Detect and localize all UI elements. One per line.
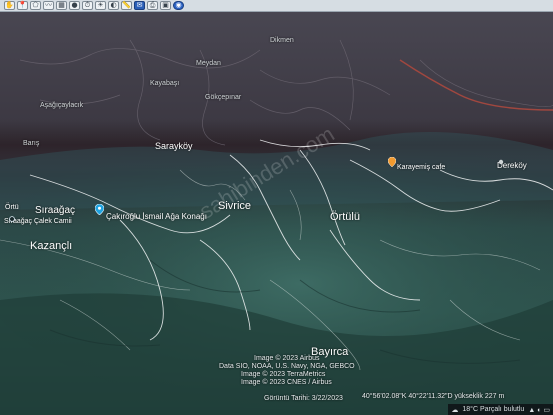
- coordinate-readout: 40°56'02.08"K 40°22'11.32"D yükseklik 22…: [362, 393, 505, 400]
- map-view[interactable]: ✋ 📍 ⬠ 〰 ▦ ● ⏱ ☀ ◐ 📏 ✉ ⎙ ▣ ◉ sahibinden.com Dikmen Mey…: [0, 0, 553, 415]
- place-label-asagi[interactable]: Aşağıçaylacık: [40, 102, 83, 109]
- taskbar-status: ☁ 18°C Parçalı bulutlu ▲ ◐ ▭: [448, 404, 553, 415]
- record-tour-icon[interactable]: ●: [69, 1, 80, 10]
- attribution-line-4: Image © 2023 CNES / Airbus: [241, 379, 332, 386]
- imagery-date: Görüntü Tarihi: 3/22/2023: [264, 395, 343, 402]
- place-label-gokcepinar[interactable]: Gökçepınar: [205, 94, 241, 101]
- village-dot-icon[interactable]: [498, 152, 504, 170]
- view-in-maps-icon[interactable]: ◉: [173, 1, 184, 10]
- placemark-pin-cakiroglu-icon[interactable]: [94, 202, 105, 220]
- planet-icon[interactable]: ◐: [108, 1, 119, 10]
- place-label-baris[interactable]: Barış: [23, 140, 39, 147]
- place-label-kazancli[interactable]: Kazançlı: [30, 240, 72, 252]
- history-icon[interactable]: ⏱: [82, 1, 93, 10]
- hand-tool-icon[interactable]: ✋: [4, 1, 15, 10]
- weather-icon: ☁: [451, 406, 459, 414]
- weather-text: 18°C Parçalı bulutlu: [462, 406, 525, 413]
- ruler-icon[interactable]: 📏: [121, 1, 132, 10]
- place-label-cakiroglu[interactable]: Çakıroğlu İsmail Ağa Konağı: [106, 212, 207, 221]
- place-label-ortulu[interactable]: Örtülü: [330, 211, 360, 223]
- place-label-saraykoy[interactable]: Sarayköy: [155, 141, 193, 151]
- polygon-icon[interactable]: ⬠: [30, 1, 41, 10]
- save-image-icon[interactable]: ▣: [160, 1, 171, 10]
- system-tray-icons[interactable]: ▲ ◐ ▭: [528, 406, 550, 414]
- print-icon[interactable]: ⎙: [147, 1, 158, 10]
- sun-icon[interactable]: ☀: [95, 1, 106, 10]
- placemark-icon[interactable]: 📍: [17, 1, 28, 10]
- placemark-pin-karayemis-icon[interactable]: [387, 154, 397, 172]
- earth-toolbar: ✋ 📍 ⬠ 〰 ▦ ● ⏱ ☀ ◐ 📏 ✉ ⎙ ▣ ◉: [0, 0, 553, 12]
- place-label-far1[interactable]: Dikmen: [270, 37, 294, 44]
- place-label-sivrice[interactable]: Sivrice: [218, 200, 251, 212]
- place-label-karayemis[interactable]: Karayemiş cafe: [397, 164, 445, 171]
- place-label-far2[interactable]: Meydan: [196, 60, 221, 67]
- overlay-icon[interactable]: ▦: [56, 1, 67, 10]
- place-label-far3[interactable]: Kayabaşı: [150, 80, 179, 87]
- terrain-imagery[interactable]: [0, 0, 553, 415]
- mosque-dot-icon[interactable]: [9, 209, 15, 227]
- path-icon[interactable]: 〰: [43, 1, 54, 10]
- place-label-siraagac[interactable]: Sıraağaç: [35, 205, 75, 216]
- email-icon[interactable]: ✉: [134, 1, 145, 10]
